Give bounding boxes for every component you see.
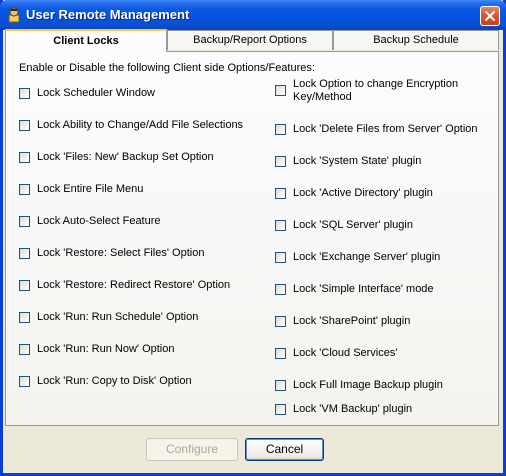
option-label: Lock 'Exchange Server' plugin — [293, 251, 441, 263]
checkbox[interactable] — [275, 188, 286, 199]
option-label: Lock 'Run: Run Schedule' Option — [37, 311, 199, 323]
option-label: Lock 'Run: Copy to Disk' Option — [37, 375, 192, 387]
tab-backup-report-options[interactable]: Backup/Report Options — [167, 30, 333, 50]
option-label: Lock 'System State' plugin — [293, 155, 422, 167]
option-label: Lock Ability to Change/Add File Selectio… — [37, 119, 244, 131]
checkbox[interactable] — [275, 380, 286, 391]
option-label: Lock 'Active Directory' plugin — [293, 187, 433, 199]
checkbox[interactable] — [19, 248, 30, 259]
option-label: Lock 'VM Backup' plugin — [293, 403, 413, 415]
option-label: Lock 'SQL Server' plugin — [293, 219, 413, 231]
option-label: Lock 'Simple Interface' mode — [293, 283, 434, 295]
checkbox[interactable] — [275, 348, 286, 359]
tab-backup-schedule[interactable]: Backup Schedule — [333, 30, 499, 50]
title-bar[interactable]: User Remote Management — [0, 0, 506, 30]
app-icon[interactable] — [6, 7, 22, 23]
checkbox[interactable] — [19, 152, 30, 163]
close-button[interactable] — [480, 6, 500, 26]
checkbox[interactable] — [275, 316, 286, 327]
checkbox[interactable] — [275, 252, 286, 263]
option-label: Lock 'SharePoint' plugin — [293, 315, 411, 327]
checkbox[interactable] — [275, 156, 286, 167]
option-label: Lock Scheduler Window — [37, 87, 156, 99]
checkbox[interactable] — [19, 184, 30, 195]
checkbox[interactable] — [19, 344, 30, 355]
option-label: Lock 'Delete Files from Server' Option — [293, 123, 478, 135]
option-label: Lock Full Image Backup plugin — [293, 379, 443, 391]
checkbox[interactable] — [19, 280, 30, 291]
checkbox[interactable] — [275, 220, 286, 231]
option-label: Lock 'Restore: Redirect Restore' Option — [37, 279, 231, 291]
checkbox[interactable] — [275, 85, 286, 96]
checkbox[interactable] — [275, 284, 286, 295]
option-label: Lock Auto-Select Feature — [37, 215, 161, 227]
option-label-continued: Key/Method — [293, 91, 352, 103]
tab-panel — [5, 51, 499, 426]
checkbox[interactable] — [19, 216, 30, 227]
option-label: Lock 'Run: Run Now' Option — [37, 343, 175, 355]
checkbox[interactable] — [275, 124, 286, 135]
checkbox[interactable] — [19, 312, 30, 323]
configure-button[interactable]: Configure — [146, 438, 238, 461]
tab-client-locks[interactable]: Client Locks — [5, 29, 167, 52]
close-icon — [485, 11, 495, 21]
checkbox[interactable] — [19, 88, 30, 99]
option-label: Lock Entire File Menu — [37, 183, 144, 195]
intro-text: Enable or Disable the following Client s… — [19, 62, 315, 74]
cancel-button[interactable]: Cancel — [245, 438, 324, 461]
option-label: Lock Option to change Encryption — [293, 78, 459, 90]
checkbox[interactable] — [275, 404, 286, 415]
option-label: Lock 'Files: New' Backup Set Option — [37, 151, 214, 163]
window-title: User Remote Management — [26, 7, 190, 22]
checkbox[interactable] — [19, 120, 30, 131]
option-label: Lock 'Cloud Services' — [293, 347, 398, 359]
option-label: Lock 'Restore: Select Files' Option — [37, 247, 205, 259]
checkbox[interactable] — [19, 376, 30, 387]
